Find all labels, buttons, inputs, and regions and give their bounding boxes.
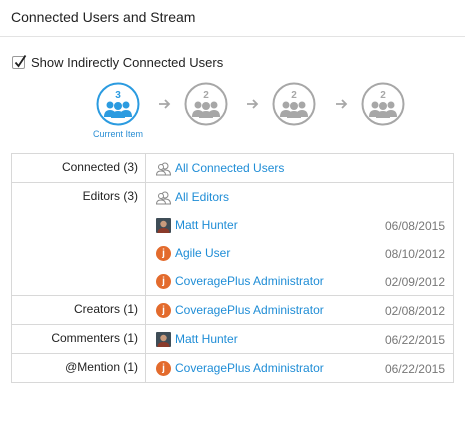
role-cell: @Mention (1) bbox=[11, 353, 146, 383]
current-item-label: Current Item bbox=[92, 129, 143, 139]
panel-header: Connected Users and Stream bbox=[0, 0, 465, 37]
chain-node-current[interactable]: 3 bbox=[96, 82, 140, 126]
users-outline-icon bbox=[156, 191, 171, 204]
users-cell: Matt Hunter 06/22/2015 bbox=[145, 324, 454, 354]
chain-node[interactable]: 2 bbox=[184, 82, 228, 126]
connection-chain: 3 2 2 2 bbox=[0, 82, 465, 142]
chain-node-count: 2 bbox=[380, 90, 386, 101]
all-connected-users-link[interactable]: All Connected Users bbox=[175, 161, 284, 175]
role-cell: Commenters (1) bbox=[11, 324, 146, 354]
avatar bbox=[156, 331, 171, 347]
user-entry: j Agile User 08/10/2012 bbox=[146, 239, 453, 267]
role-cell: Creators (1) bbox=[11, 295, 146, 325]
role-label: Connected (3) bbox=[61, 160, 138, 174]
panel-title: Connected Users and Stream bbox=[11, 9, 196, 25]
checkmark-icon bbox=[14, 54, 27, 67]
user-date: 06/22/2015 bbox=[384, 333, 445, 347]
table-row-connected: Connected (3) All Connected Users bbox=[11, 153, 454, 183]
all-connected-users-entry: All Connected Users bbox=[146, 154, 453, 182]
chain-node-count: 3 bbox=[115, 90, 121, 101]
user-date: 02/09/2012 bbox=[384, 275, 445, 289]
users-cell: All Editors Matt Hunter 06/08/2015 j Agi… bbox=[145, 182, 454, 296]
user-entry: j CoveragePlus Administrator 02/09/2012 bbox=[146, 267, 453, 295]
users-cell: All Connected Users bbox=[145, 153, 454, 183]
user-entry: j CoveragePlus Administrator 06/22/2015 bbox=[146, 354, 453, 382]
user-link[interactable]: CoveragePlus Administrator bbox=[175, 361, 324, 375]
chain-node-count: 2 bbox=[203, 90, 209, 101]
role-label: Editors (3) bbox=[82, 189, 138, 203]
table-row-mention: @Mention (1) j CoveragePlus Administrato… bbox=[11, 353, 454, 383]
arrow-right-icon bbox=[247, 99, 259, 109]
arrow-right-icon bbox=[336, 99, 348, 109]
user-date: 06/08/2015 bbox=[384, 219, 445, 233]
users-outline-icon bbox=[156, 162, 171, 175]
avatar: j bbox=[156, 302, 171, 318]
users-cell: j CoveragePlus Administrator 02/08/2012 bbox=[145, 295, 454, 325]
role-label: @Mention (1) bbox=[65, 360, 138, 374]
user-link[interactable]: Matt Hunter bbox=[175, 332, 238, 346]
chain-node[interactable]: 2 bbox=[272, 82, 316, 126]
users-group-icon: 2 bbox=[272, 82, 316, 126]
users-group-icon: 2 bbox=[184, 82, 228, 126]
avatar: j bbox=[156, 273, 171, 289]
avatar: j bbox=[156, 245, 171, 261]
avatar: j bbox=[156, 360, 171, 376]
all-editors-link[interactable]: All Editors bbox=[175, 190, 229, 204]
user-entry: Matt Hunter 06/08/2015 bbox=[146, 211, 453, 239]
table-row-editors: Editors (3) All Editors Matt Hunter 06/0… bbox=[11, 182, 454, 296]
arrow-right-icon bbox=[159, 99, 171, 109]
role-cell: Editors (3) bbox=[11, 182, 146, 296]
show-indirect-checkbox[interactable] bbox=[12, 54, 27, 69]
user-date: 06/22/2015 bbox=[384, 362, 445, 376]
all-editors-entry: All Editors bbox=[146, 183, 453, 211]
user-link[interactable]: CoveragePlus Administrator bbox=[175, 274, 324, 288]
avatar bbox=[156, 217, 171, 233]
role-label: Commenters (1) bbox=[51, 331, 138, 345]
user-link[interactable]: CoveragePlus Administrator bbox=[175, 303, 324, 317]
user-entry: Matt Hunter 06/22/2015 bbox=[146, 325, 453, 353]
chain-node-count: 2 bbox=[291, 90, 297, 101]
connected-users-table: Connected (3) All Connected Users Editor… bbox=[11, 153, 454, 383]
table-row-commenters: Commenters (1) Matt Hunter 06/22/2015 bbox=[11, 324, 454, 354]
user-date: 02/08/2012 bbox=[384, 304, 445, 318]
user-link[interactable]: Agile User bbox=[175, 246, 230, 260]
users-group-icon: 2 bbox=[361, 82, 405, 126]
users-cell: j CoveragePlus Administrator 06/22/2015 bbox=[145, 353, 454, 383]
role-cell: Connected (3) bbox=[11, 153, 146, 183]
show-indirect-label[interactable]: Show Indirectly Connected Users bbox=[31, 55, 223, 70]
users-group-icon: 3 bbox=[96, 82, 140, 126]
user-date: 08/10/2012 bbox=[384, 247, 445, 261]
user-entry: j CoveragePlus Administrator 02/08/2012 bbox=[146, 296, 453, 324]
role-label: Creators (1) bbox=[73, 302, 138, 316]
user-link[interactable]: Matt Hunter bbox=[175, 218, 238, 232]
chain-node[interactable]: 2 bbox=[361, 82, 405, 126]
show-indirect-row[interactable]: Show Indirectly Connected Users bbox=[12, 53, 223, 71]
table-row-creators: Creators (1) j CoveragePlus Administrato… bbox=[11, 295, 454, 325]
